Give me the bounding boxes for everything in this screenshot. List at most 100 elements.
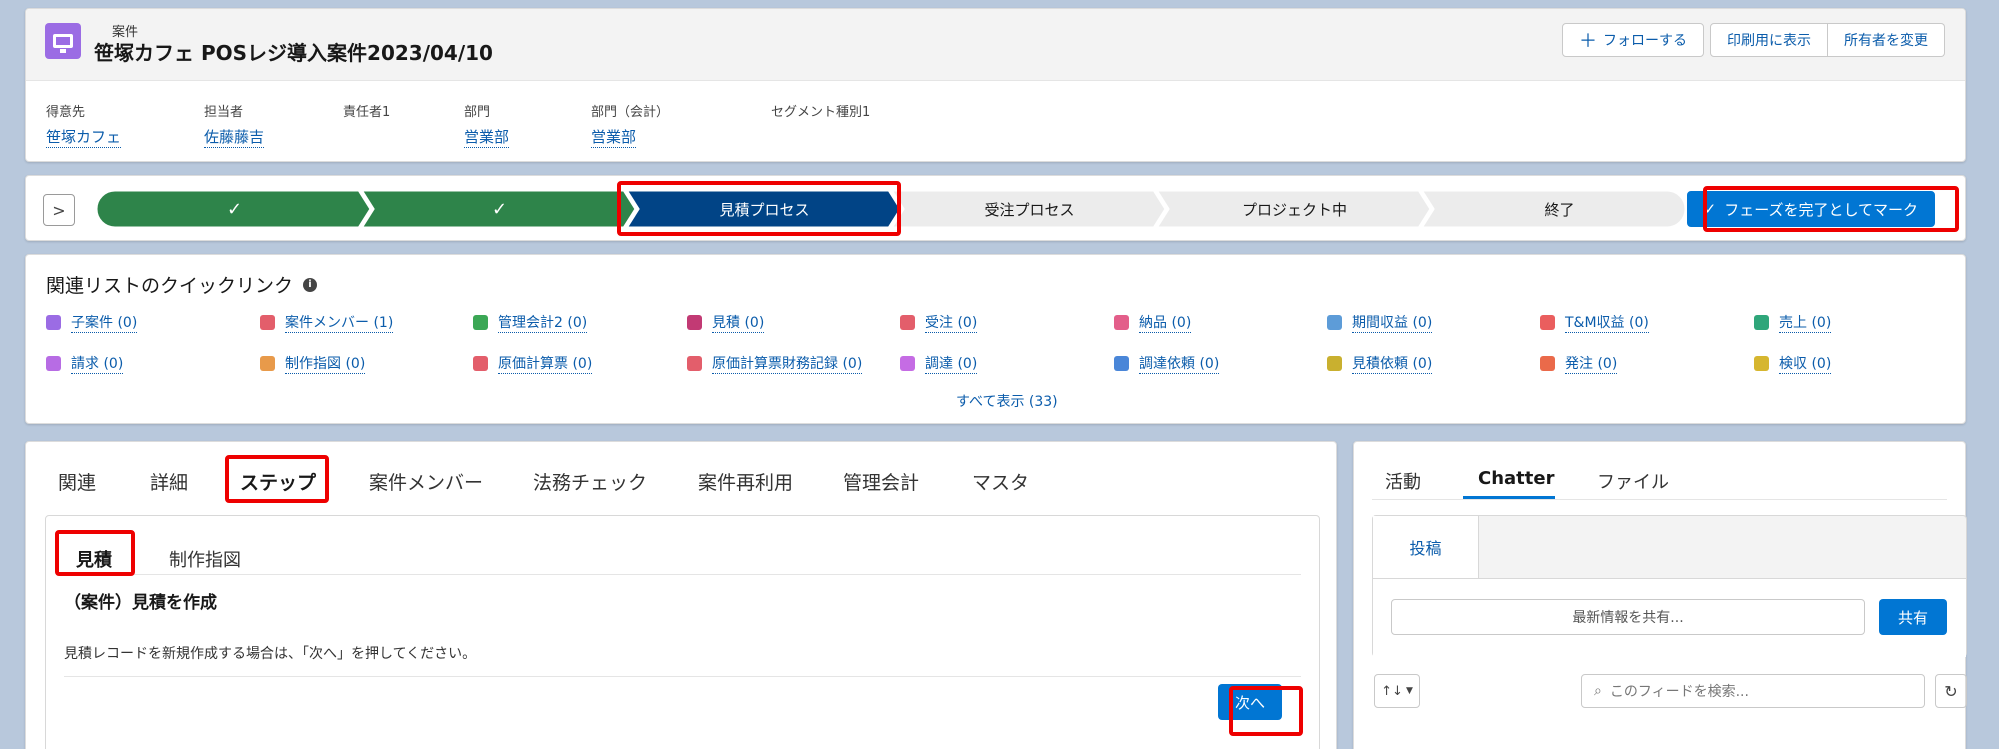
quick-link[interactable]: 案件メンバー (1) [285, 312, 394, 333]
related-object-icon [473, 315, 488, 330]
tab-opportunity-reuse[interactable]: 案件再利用 [698, 468, 793, 495]
path-stage-label-4: 受注プロセス [984, 200, 1075, 219]
header-actions: ＋ フォローする 印刷用に表示 所有者を変更 [1562, 23, 1945, 57]
search-icon: ⌕ [1594, 683, 1602, 699]
quick-link[interactable]: 売上 (0) [1779, 312, 1832, 333]
quick-link[interactable]: 管理会計2 (0) [498, 312, 588, 333]
quick-link[interactable]: 請求 (0) [71, 353, 124, 374]
quick-link-item[interactable]: 売上 (0) [1754, 312, 1832, 333]
quick-link-item[interactable]: 原価計算票財務記録 (0) [687, 353, 863, 374]
related-object-icon [1754, 315, 1769, 330]
subtab-estimate[interactable]: 見積 [76, 546, 112, 572]
quick-link-item[interactable]: 発注 (0) [1540, 353, 1618, 374]
related-object-icon [1327, 315, 1342, 330]
related-object-icon [687, 356, 702, 371]
active-tab-indicator [1463, 496, 1555, 499]
tab-activity[interactable]: 活動 [1385, 468, 1421, 494]
quick-link-item[interactable]: 原価計算票 (0) [473, 353, 593, 374]
plus-icon: ＋ [1579, 31, 1597, 52]
follow-button[interactable]: ＋ フォローする [1562, 23, 1704, 57]
contact-link[interactable]: 佐藤藤吉 [204, 126, 265, 148]
share-button[interactable]: 共有 [1879, 599, 1947, 635]
related-object-icon [900, 356, 915, 371]
quick-link-item[interactable]: 納品 (0) [1114, 312, 1192, 333]
quick-link-item[interactable]: 案件メンバー (1) [260, 312, 394, 333]
quick-link-item[interactable]: 調達依頼 (0) [1114, 353, 1220, 374]
accounting-department-link[interactable]: 営業部 [591, 126, 637, 148]
field-accounting-department: 部門（会計） 営業部 [591, 105, 670, 148]
quick-link[interactable]: 期間収益 (0) [1352, 312, 1433, 333]
quick-link[interactable]: 調達依頼 (0) [1139, 353, 1220, 374]
quick-link[interactable]: 納品 (0) [1139, 312, 1192, 333]
quick-link-item[interactable]: 調達 (0) [900, 353, 978, 374]
tab-related[interactable]: 関連 [58, 468, 96, 495]
subtab-production-order[interactable]: 制作指図 [169, 546, 241, 572]
quick-link-item[interactable]: 請求 (0) [46, 353, 124, 374]
tab-master[interactable]: マスタ [972, 468, 1029, 495]
show-all-link[interactable]: すべて表示 (33) [956, 391, 1058, 411]
quick-link[interactable]: 受注 (0) [925, 312, 978, 333]
info-icon[interactable]: i [303, 277, 318, 292]
quick-links-title: 関連リストのクイックリンク i [46, 271, 318, 298]
quick-link-item[interactable]: 子案件 (0) [46, 312, 138, 333]
quick-link[interactable]: 発注 (0) [1565, 353, 1618, 374]
tab-steps[interactable]: ステップ [240, 468, 316, 495]
quick-link-item[interactable]: 期間収益 (0) [1327, 312, 1433, 333]
divider [64, 574, 1301, 575]
related-object-icon [473, 356, 488, 371]
department-link[interactable]: 営業部 [464, 126, 510, 148]
header-top: 案件 笹塚カフェ POSレジ導入案件2023/04/10 ＋ フォローする 印刷… [26, 9, 1965, 81]
related-object-icon [260, 356, 275, 371]
quick-link[interactable]: T&M収益 (0) [1565, 312, 1649, 333]
quick-link[interactable]: 子案件 (0) [71, 312, 138, 333]
share-update-input[interactable]: 最新情報を共有... [1391, 599, 1865, 635]
printable-view-button[interactable]: 印刷用に表示 [1710, 23, 1828, 57]
related-object-icon [900, 315, 915, 330]
quick-link-item[interactable]: 制作指図 (0) [260, 353, 366, 374]
related-list-quick-links: 関連リストのクイックリンク i 子案件 (0) 案件メンバー (1) 管理会計2 (… [25, 254, 1966, 424]
sort-icon: ↑↓ [1381, 683, 1403, 699]
related-object-icon [1540, 356, 1555, 371]
chatter-publisher: 投稿 最新情報を共有... 共有 [1372, 515, 1967, 657]
tab-management-accounting[interactable]: 管理会計 [843, 468, 919, 495]
sort-feed-button[interactable]: ↑↓ ▼ [1374, 674, 1420, 708]
quick-link-item[interactable]: 検収 (0) [1754, 353, 1832, 374]
path-stage-label-1: ✓ [226, 198, 243, 220]
quick-link-item[interactable]: 管理会計2 (0) [473, 312, 588, 333]
quick-link[interactable]: 原価計算票財務記録 (0) [712, 353, 863, 374]
quick-link[interactable]: 調達 (0) [925, 353, 978, 374]
field-manager: 責任者1 [343, 105, 391, 120]
quick-link[interactable]: 見積依頼 (0) [1352, 353, 1433, 374]
tab-details[interactable]: 詳細 [150, 468, 188, 495]
related-object-icon [1327, 356, 1342, 371]
main-tab-bar: 関連 詳細 ステップ 案件メンバー 法務チェック 案件再利用 管理会計 マスタ [26, 442, 1336, 512]
tab-opportunity-members[interactable]: 案件メンバー [369, 468, 483, 495]
quick-link[interactable]: 原価計算票 (0) [498, 353, 593, 374]
quick-link[interactable]: 見積 (0) [712, 312, 765, 333]
quick-link-item[interactable]: 見積依頼 (0) [1327, 353, 1433, 374]
next-button[interactable]: 次へ [1218, 684, 1282, 720]
related-object-icon [1114, 315, 1129, 330]
post-tab[interactable]: 投稿 [1373, 516, 1479, 578]
related-object-icon [46, 315, 61, 330]
step-description: 見積レコードを新規作成する場合は、「次へ」を押してください。 [64, 646, 477, 662]
quick-link-item[interactable]: 見積 (0) [687, 312, 765, 333]
quick-link-item[interactable]: 受注 (0) [900, 312, 978, 333]
customer-link[interactable]: 笹塚カフェ [46, 126, 122, 148]
divider [64, 676, 1301, 677]
quick-link[interactable]: 制作指図 (0) [285, 353, 366, 374]
path-toggle-button[interactable]: > [43, 194, 75, 226]
change-owner-button[interactable]: 所有者を変更 [1828, 23, 1945, 57]
mark-stage-complete-button[interactable]: ✓ フェーズを完了としてマーク [1686, 191, 1935, 227]
feed-search-input[interactable]: ⌕ このフィードを検索... [1581, 674, 1925, 708]
chevron-down-icon: ▼ [1405, 686, 1413, 696]
refresh-button[interactable]: ↻ [1935, 674, 1967, 708]
quick-link[interactable]: 検収 (0) [1779, 353, 1832, 374]
tab-legal-check[interactable]: 法務チェック [533, 468, 647, 495]
tab-files[interactable]: ファイル [1597, 468, 1669, 494]
related-object-icon [46, 356, 61, 371]
tab-chatter[interactable]: Chatter [1478, 468, 1554, 489]
path-stage-label-6: 終了 [1544, 200, 1575, 219]
quick-link-item[interactable]: T&M収益 (0) [1540, 312, 1649, 333]
refresh-icon: ↻ [1944, 681, 1958, 701]
